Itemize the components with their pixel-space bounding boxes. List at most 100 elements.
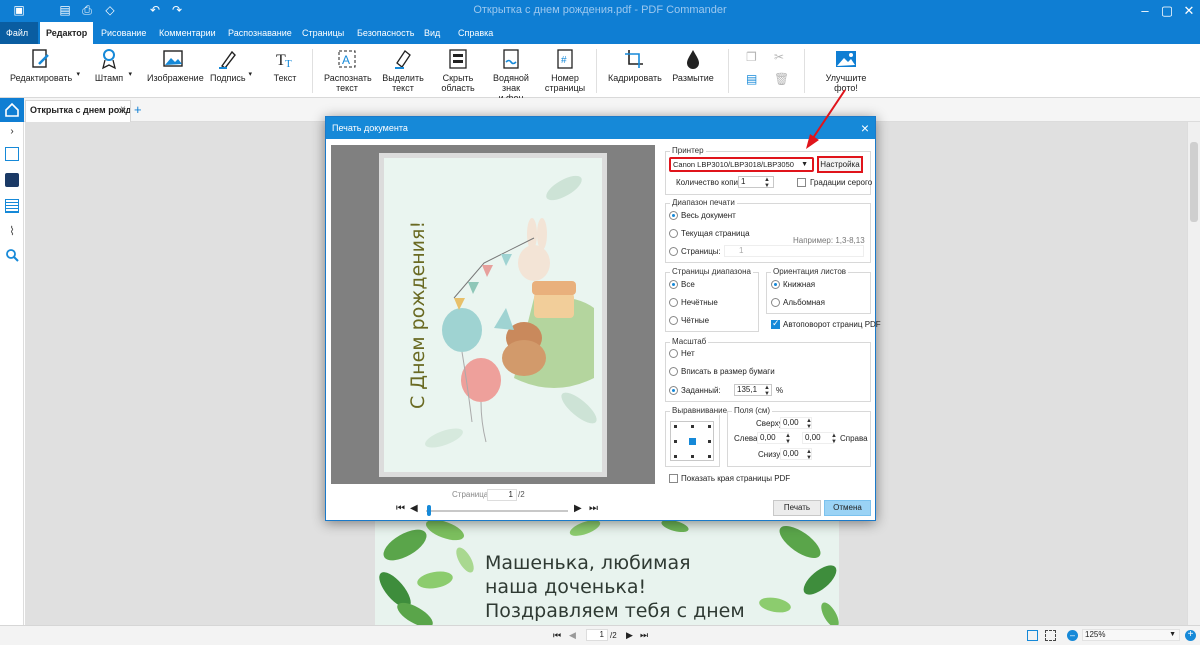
next-page-icon[interactable]: ▶ [626, 630, 633, 641]
zoom-select[interactable]: 125% ▼ [1082, 629, 1180, 641]
zoom-out-icon[interactable]: – [1067, 630, 1078, 641]
menu-editor[interactable]: Редактор [40, 22, 94, 44]
menu-recognition[interactable]: Распознавание [222, 22, 298, 44]
subset-all-radio[interactable] [669, 280, 678, 289]
page-input[interactable]: 1 [487, 489, 517, 501]
scale-none-radio[interactable] [669, 349, 678, 358]
landscape-label: Альбомная [783, 298, 825, 307]
alignment-grid[interactable] [670, 421, 714, 461]
orientation-group: Ориентация листов [766, 267, 871, 314]
scrollbar-thumb[interactable] [1190, 142, 1198, 222]
margin-bottom-stepper-icon[interactable]: ▲ ▼ [806, 449, 812, 461]
prev-page-icon[interactable]: ◀ [410, 503, 418, 514]
printer-select[interactable]: Canon LBP3010/LBP3018/LBP3050 ▼ [669, 157, 814, 172]
scale-stepper-icon[interactable]: ▲ ▼ [764, 385, 770, 397]
signature-button[interactable]: Подпись ▾ [210, 48, 252, 83]
show-edges-checkbox[interactable] [669, 474, 678, 483]
minimize-icon[interactable]: – [1136, 2, 1154, 20]
margin-right-stepper-icon[interactable]: ▲ ▼ [831, 433, 837, 445]
bookmarks-icon[interactable] [5, 173, 19, 187]
subset-odd-radio[interactable] [669, 298, 678, 307]
cancel-button[interactable]: Отмена [824, 500, 871, 516]
paste-icon[interactable]: ▤ [746, 72, 760, 86]
copies-stepper-icon[interactable]: ▲ ▼ [764, 177, 770, 189]
image-button[interactable]: Изображение [147, 48, 204, 83]
prev-page-icon[interactable]: ◀ [569, 630, 576, 641]
scale-custom-radio[interactable] [669, 386, 678, 395]
zoom-in-icon[interactable]: + [1185, 630, 1196, 641]
margin-left-stepper-icon[interactable]: ▲ ▼ [785, 433, 791, 445]
first-page-icon[interactable]: ⏮ [553, 630, 561, 641]
subset-even-radio[interactable] [669, 316, 678, 325]
copy-icon[interactable]: ❐ [746, 50, 760, 64]
grayscale-checkbox[interactable] [797, 178, 806, 187]
last-page-icon[interactable]: ⏭ [640, 630, 648, 641]
scale-fit-radio[interactable] [669, 367, 678, 376]
status-page-input[interactable]: 1 [586, 629, 608, 641]
menu-comments[interactable]: Комментарии [153, 22, 222, 44]
attachment-icon[interactable]: ⌇ [5, 224, 19, 238]
margin-right-input[interactable]: 0,00 [802, 432, 834, 444]
close-tab-icon[interactable]: × [120, 104, 126, 115]
portrait-radio[interactable] [771, 280, 780, 289]
single-page-view-icon[interactable] [1027, 630, 1038, 641]
cut-icon[interactable]: ✂ [774, 50, 788, 64]
search-icon[interactable] [5, 248, 19, 262]
menu-pages[interactable]: Страницы [296, 22, 350, 44]
text-button[interactable]: TT Текст [272, 48, 298, 83]
menu-drawing[interactable]: Рисование [95, 22, 152, 44]
next-page-icon[interactable]: ▶ [574, 503, 582, 514]
range-all-radio[interactable] [669, 211, 678, 220]
range-pages-radio[interactable] [669, 247, 678, 256]
page-slider-thumb[interactable] [427, 505, 431, 516]
page-slider[interactable] [426, 510, 568, 512]
select-text-button[interactable]: Выделить текст [382, 48, 424, 93]
watermark-button[interactable]: Водяной знаки фон [484, 48, 538, 103]
autorotate-checkbox[interactable] [771, 318, 780, 329]
range-current-radio[interactable] [669, 229, 678, 238]
printer-settings-button[interactable]: Настройка [817, 156, 863, 173]
dialog-close-icon[interactable]: × [861, 117, 869, 139]
last-page-icon[interactable]: ⏭ [589, 503, 598, 514]
page-numbers-button[interactable]: # Номер страницы [544, 48, 586, 93]
expand-chevron-icon[interactable]: › [5, 126, 19, 140]
delete-icon[interactable]: 🗑 [774, 72, 789, 86]
edit-button[interactable]: Редактировать ▾ [10, 48, 80, 83]
crop-button[interactable]: Кадрировать [608, 48, 662, 83]
drop-icon [687, 50, 699, 69]
range-pages-input[interactable]: 1 [724, 245, 864, 257]
print-range-label: Диапазон печати [670, 198, 737, 207]
pdf-page[interactable]: Машенька, любимая наша доченька! Поздрав… [375, 520, 839, 625]
stamp-icon [102, 49, 116, 70]
maximize-icon[interactable]: ▢ [1158, 2, 1176, 20]
close-window-icon[interactable]: ✕ [1180, 2, 1198, 20]
first-page-icon[interactable]: ⏮ [396, 503, 405, 514]
menu-security[interactable]: Безопасность [351, 22, 420, 44]
blur-button[interactable]: Размытие [672, 48, 714, 83]
document-tab[interactable]: Открытка с днем рожд... [25, 100, 131, 122]
comments-list-icon[interactable] [5, 199, 19, 213]
home-tab[interactable] [0, 98, 24, 122]
add-tab-icon[interactable]: + [134, 102, 142, 117]
vertical-scrollbar[interactable] [1187, 122, 1200, 625]
ocr-icon: A [338, 50, 356, 68]
menu-view[interactable]: Вид [418, 22, 446, 44]
margin-bottom-label: Снизу [758, 450, 781, 459]
landscape-radio[interactable] [771, 298, 780, 307]
range-all-label: Весь документ [681, 211, 736, 220]
scale-none-label: Нет [681, 349, 695, 358]
range-pages-label: Страницы: [681, 247, 721, 256]
print-button[interactable]: Печать [773, 500, 821, 516]
two-page-view-icon[interactable] [1045, 630, 1056, 641]
status-bar: ⏮ ◀ 1 /2 ▶ ⏭ – 125% ▼ + [0, 625, 1200, 645]
margin-top-stepper-icon[interactable]: ▲ ▼ [806, 418, 812, 430]
stamp-button[interactable]: Штамп ▾ [94, 48, 132, 83]
hide-area-button[interactable]: Скрыть область [438, 48, 478, 93]
menu-file[interactable]: Файл ▾ [0, 22, 38, 60]
improve-photo-button[interactable]: Улучшите фото! [814, 48, 878, 93]
print-dialog: Печать документа × С Днем рождения! Стра… [325, 116, 881, 521]
menu-help[interactable]: Справка [452, 22, 499, 44]
recognize-text-button[interactable]: A Распознать текст [324, 48, 372, 93]
thumbnails-icon[interactable] [5, 147, 19, 161]
svg-text:#: # [561, 55, 567, 66]
